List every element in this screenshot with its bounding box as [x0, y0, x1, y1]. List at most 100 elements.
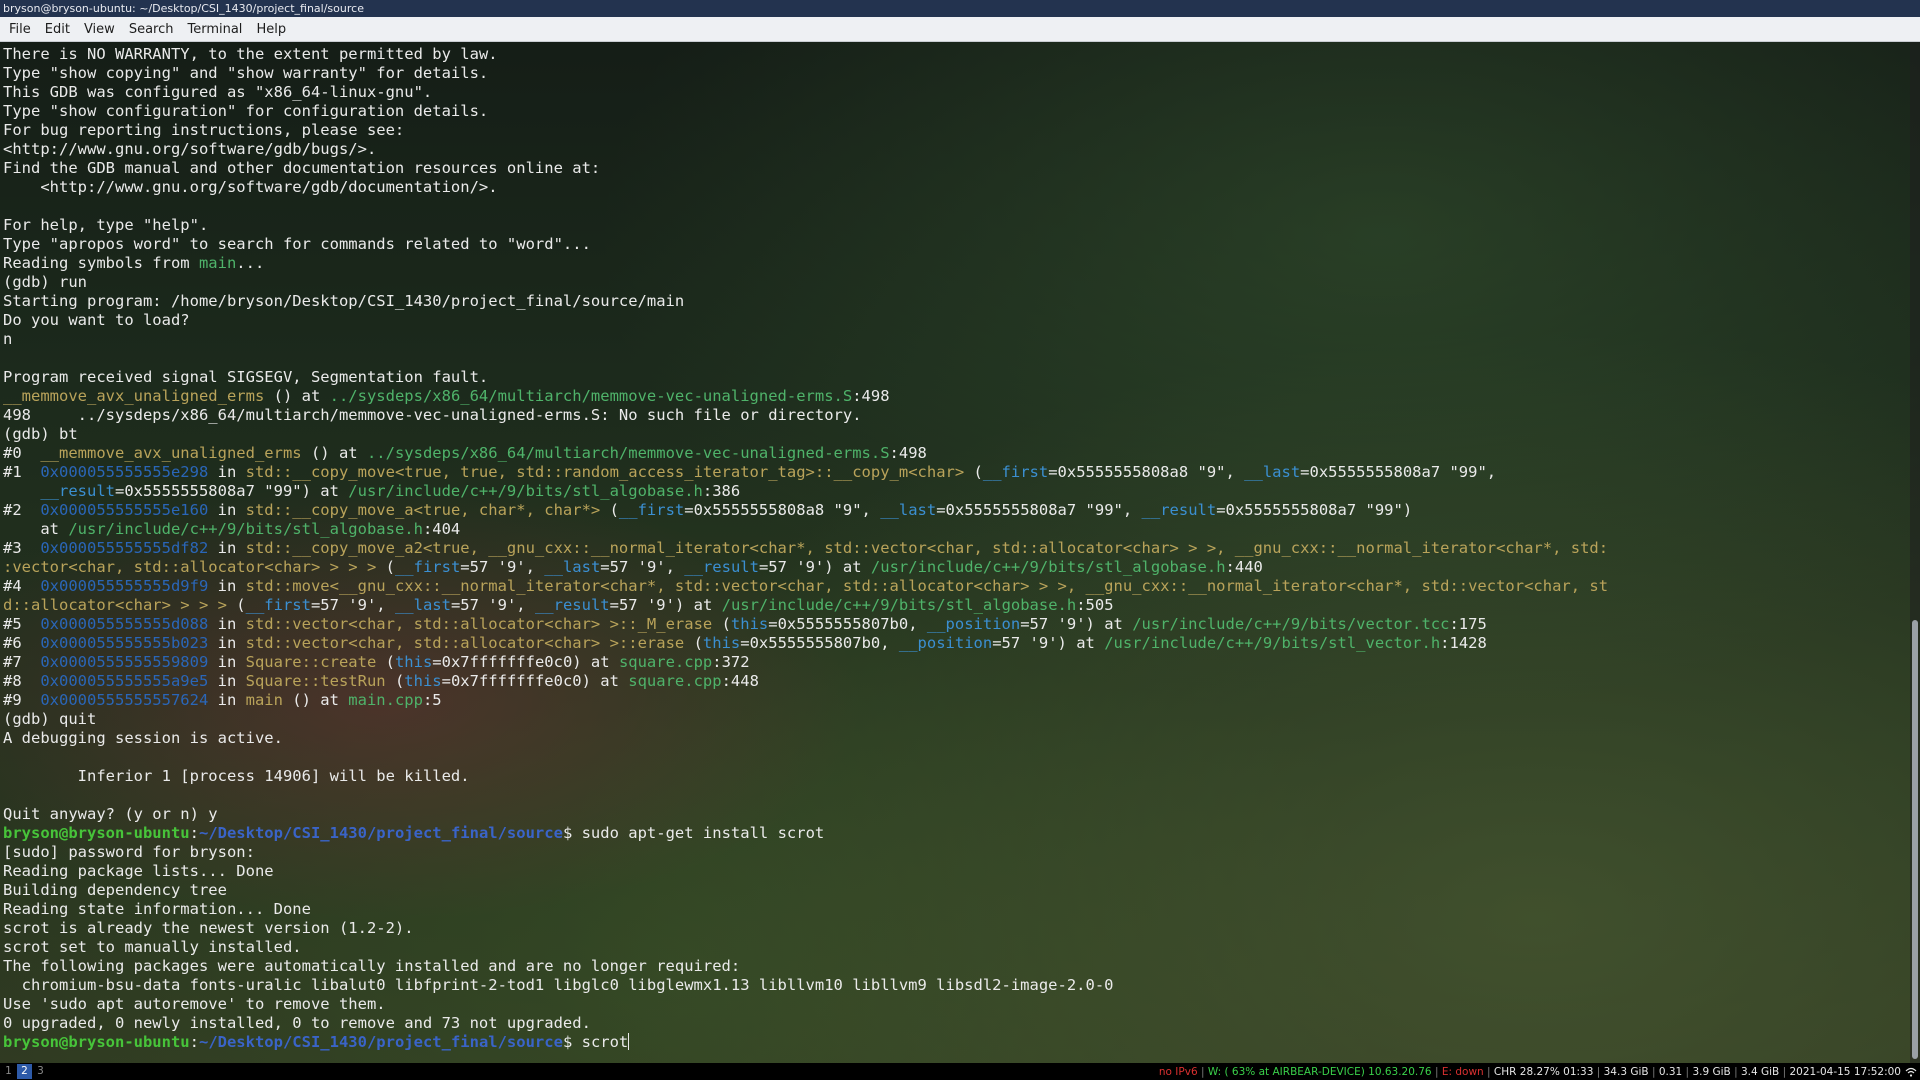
wifi-icon[interactable]: [1905, 1067, 1917, 1077]
menu-view[interactable]: View: [77, 17, 122, 42]
terminal-text: 498 ../sysdeps/x86_64/multiarch/memmove-…: [3, 406, 862, 424]
arg-text: __last: [544, 558, 601, 576]
menu-search[interactable]: Search: [122, 17, 181, 42]
terminal-text: :372: [712, 653, 750, 671]
current-prompt-line[interactable]: bryson@bryson-ubuntu:~/Desktop/CSI_1430/…: [3, 1033, 1910, 1052]
arg-text: __position: [898, 634, 993, 652]
status-bar: 1 2 3 no IPv6 | W: ( 63% at AIRBEAR-DEVI…: [0, 1063, 1920, 1080]
terminal-text: =0x5555555808a8 "9",: [1048, 463, 1245, 481]
status-info: no IPv6 | W: ( 63% at AIRBEAR-DEVICE) 10…: [1159, 1066, 1920, 1078]
file-text: main: [198, 254, 237, 272]
terminal-text: in: [208, 463, 246, 481]
terminal-line: n: [3, 330, 1910, 349]
terminal-line: There is NO WARRANTY, to the extent perm…: [3, 45, 1910, 64]
terminal-line: #2 0x000055555555e160 in std::__copy_mov…: [3, 501, 1910, 520]
terminal-text: #7: [3, 653, 41, 671]
terminal-text: :448: [721, 672, 759, 690]
terminal-output[interactable]: There is NO WARRANTY, to the extent perm…: [0, 42, 1910, 1063]
terminal-text: :175: [1449, 615, 1487, 633]
menu-file[interactable]: File: [0, 17, 38, 42]
terminal-text: #9: [3, 691, 41, 709]
terminal-text: in: [208, 539, 246, 557]
terminal-text: #4: [3, 577, 41, 595]
terminal-text: [sudo] password for bryson:: [3, 843, 255, 861]
menu-help[interactable]: Help: [249, 17, 293, 42]
terminal-text: #0: [3, 444, 41, 462]
terminal-line: 0 upgraded, 0 newly installed, 0 to remo…: [3, 1014, 1910, 1033]
arg-text: this: [404, 672, 442, 690]
arg-text: this: [702, 634, 741, 652]
terminal-text: Type "show copying" and "show warranty" …: [3, 64, 489, 82]
file-text: /usr/include/c++/9/bits/stl_algobase.h: [68, 520, 423, 538]
prompt-separator: :: [189, 1033, 199, 1051]
terminal-text: =0x7fffffffe0c0) at: [441, 672, 629, 690]
terminal-text: $ sudo apt-get install scrot: [562, 824, 825, 842]
addr-text: 0x000055555555b023: [40, 634, 209, 652]
terminal-line: For bug reporting instructions, please s…: [3, 121, 1910, 140]
terminal-line: [sudo] password for bryson:: [3, 843, 1910, 862]
terminal-line: Type "apropos word" to search for comman…: [3, 235, 1910, 254]
addr-text: 0x000055555555a9e5: [40, 672, 209, 690]
arg-text: this: [730, 615, 769, 633]
terminal-text: chromium-bsu-data fonts-uralic libalut0 …: [3, 976, 1114, 994]
terminal-text: () at: [264, 387, 330, 405]
terminal-text: <http://www.gnu.org/software/gdb/bugs/>.: [3, 140, 377, 158]
terminal-text: A debugging session is active.: [3, 729, 283, 747]
terminal-text: =0x5555555807b0,: [740, 634, 899, 652]
terminal-text: () at: [301, 444, 367, 462]
addr-text: 0x000055555555e160: [40, 501, 209, 519]
file-text: /usr/include/c++/9/bits/stl_algobase.h: [348, 482, 703, 500]
terminal-text: =0x5555555808a8 "9",: [684, 501, 881, 519]
terminal-scrollbar[interactable]: [1910, 42, 1920, 1063]
terminal-text: :505: [1076, 596, 1114, 614]
terminal-line: at /usr/include/c++/9/bits/stl_algobase.…: [3, 520, 1910, 539]
terminal-text: in: [208, 501, 246, 519]
terminal-text: #5: [3, 615, 41, 633]
terminal-text: Type "show configuration" for configurat…: [3, 102, 489, 120]
terminal-text: (: [600, 501, 619, 519]
status-load: 0.31: [1658, 1065, 1683, 1078]
terminal-line: chromium-bsu-data fonts-uralic libalut0 …: [3, 976, 1910, 995]
terminal-line: #5 0x000055555555d088 in std::vector<cha…: [3, 615, 1910, 634]
terminal-line: bryson@bryson-ubuntu:~/Desktop/CSI_1430/…: [3, 824, 1910, 843]
terminal-text: :404: [422, 520, 461, 538]
terminal-line: scrot set to manually installed.: [3, 938, 1910, 957]
status-wifi: W: ( 63% at AIRBEAR-DEVICE): [1207, 1065, 1369, 1078]
terminal-text: =57 '9',: [450, 596, 535, 614]
terminal-text: :1428: [1440, 634, 1487, 652]
fn-text: std::vector<char, std::allocator<char> >…: [245, 615, 713, 633]
arg-text: this: [394, 653, 433, 671]
prompt-user: bryson@bryson-ubuntu: [3, 1033, 190, 1051]
status-ethernet: E: down: [1441, 1065, 1484, 1078]
terminal-text: =57 '9') at: [758, 558, 871, 576]
fn-text: std::move<__gnu_cxx::__normal_iterator<c…: [245, 577, 1609, 595]
terminal-text: There is NO WARRANTY, to the extent perm…: [3, 45, 498, 63]
prompt-suffix: $: [562, 1033, 582, 1051]
addr-text: 0x000055555555d088: [40, 615, 209, 633]
addr-text: 0x000055555555d9f9: [40, 577, 209, 595]
command-input[interactable]: scrot: [582, 1033, 629, 1051]
scrollbar-thumb[interactable]: [1912, 620, 1918, 1059]
addr-text: 0x000055555555df82: [40, 539, 209, 557]
workspace-3[interactable]: 3: [33, 1064, 48, 1079]
terminal-text: The following packages were automaticall…: [3, 957, 741, 975]
terminal-line: #9 0x0000555555557624 in main () at main…: [3, 691, 1910, 710]
menu-bar: File Edit View Search Terminal Help: [0, 17, 1920, 42]
terminal-text: (gdb) quit: [3, 710, 97, 728]
menu-terminal[interactable]: Terminal: [180, 17, 249, 42]
terminal-text: Inferior 1 [process 14906] will be kille…: [3, 767, 470, 785]
terminal-text: Quit anyway? (y or n) y: [3, 805, 218, 823]
file-text: ../sysdeps/x86_64/multiarch/memmove-vec-…: [366, 444, 890, 462]
terminal-text: (: [712, 615, 731, 633]
menu-edit[interactable]: Edit: [38, 17, 77, 42]
workspace-2[interactable]: 2: [17, 1064, 32, 1079]
fn-text: __memmove_avx_unaligned_erms: [3, 387, 265, 405]
workspace-1[interactable]: 1: [1, 1064, 16, 1079]
status-memory-free: 3.4 GiB: [1740, 1065, 1780, 1078]
prompt-user-text: bryson@bryson-ubuntu: [3, 824, 190, 842]
terminal-text: For help, type "help".: [3, 216, 209, 234]
fn-text: std::__copy_move<true, true, std::random…: [245, 463, 965, 481]
terminal-text: =57 '9') at: [992, 634, 1105, 652]
